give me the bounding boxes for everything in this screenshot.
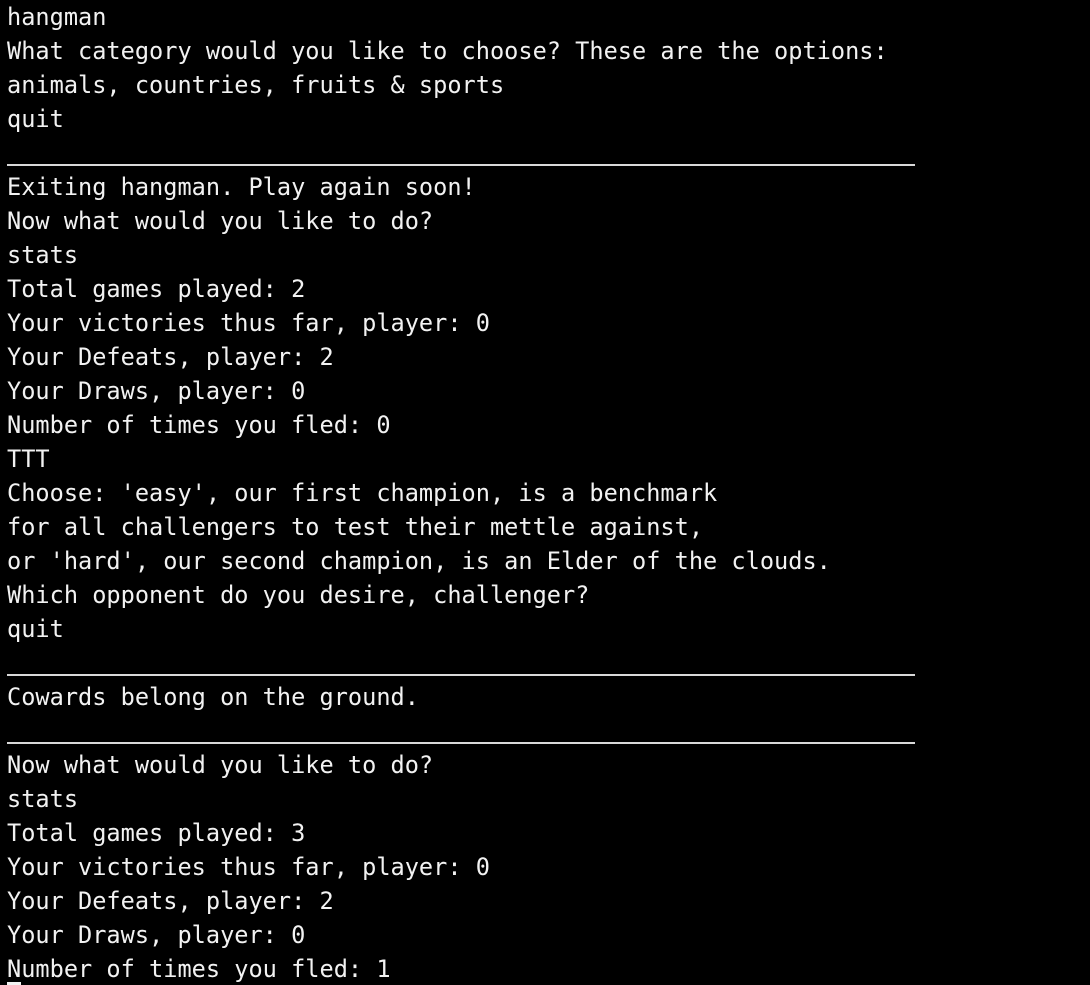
output-line: Your Defeats, player: 2 <box>7 343 334 371</box>
output-line: Your Defeats, player: 2 <box>7 887 334 915</box>
output-line: Number of times you fled: 1 <box>7 955 391 983</box>
output-line: Cowards belong on the ground. <box>7 683 419 711</box>
separator-line <box>7 714 1090 748</box>
separator-line <box>7 136 1090 170</box>
output-line: or 'hard', our second champion, is an El… <box>7 547 831 575</box>
output-line: What category would you like to choose? … <box>7 37 888 65</box>
output-line: hangman <box>7 3 107 31</box>
terminal-window[interactable]: hangman What category would you like to … <box>0 0 1090 984</box>
separator-line <box>7 646 1090 680</box>
output-line: Now what would you like to do? <box>7 207 434 235</box>
output-line: Which opponent do you desire, challenger… <box>7 581 590 609</box>
output-line: quit <box>7 105 64 133</box>
output-line: stats <box>7 241 79 269</box>
output-line: Exiting hangman. Play again soon! <box>7 173 476 201</box>
output-line: Total games played: 3 <box>7 819 306 847</box>
output-line: animals, countries, fruits & sports <box>7 71 505 99</box>
output-line: stats <box>7 785 79 813</box>
output-line: Now what would you like to do? <box>7 751 434 779</box>
output-line: Your victories thus far, player: 0 <box>7 853 490 881</box>
output-line: Your Draws, player: 0 <box>7 921 306 949</box>
output-line: Your Draws, player: 0 <box>7 377 306 405</box>
output-line: Number of times you fled: 0 <box>7 411 391 439</box>
output-line: for all challengers to test their mettle… <box>7 513 704 541</box>
output-line: quit <box>7 615 64 643</box>
output-line: Total games played: 2 <box>7 275 306 303</box>
output-line: Your victories thus far, player: 0 <box>7 309 490 337</box>
output-line: TTT <box>7 445 50 473</box>
output-line: Choose: 'easy', our first champion, is a… <box>7 479 718 507</box>
